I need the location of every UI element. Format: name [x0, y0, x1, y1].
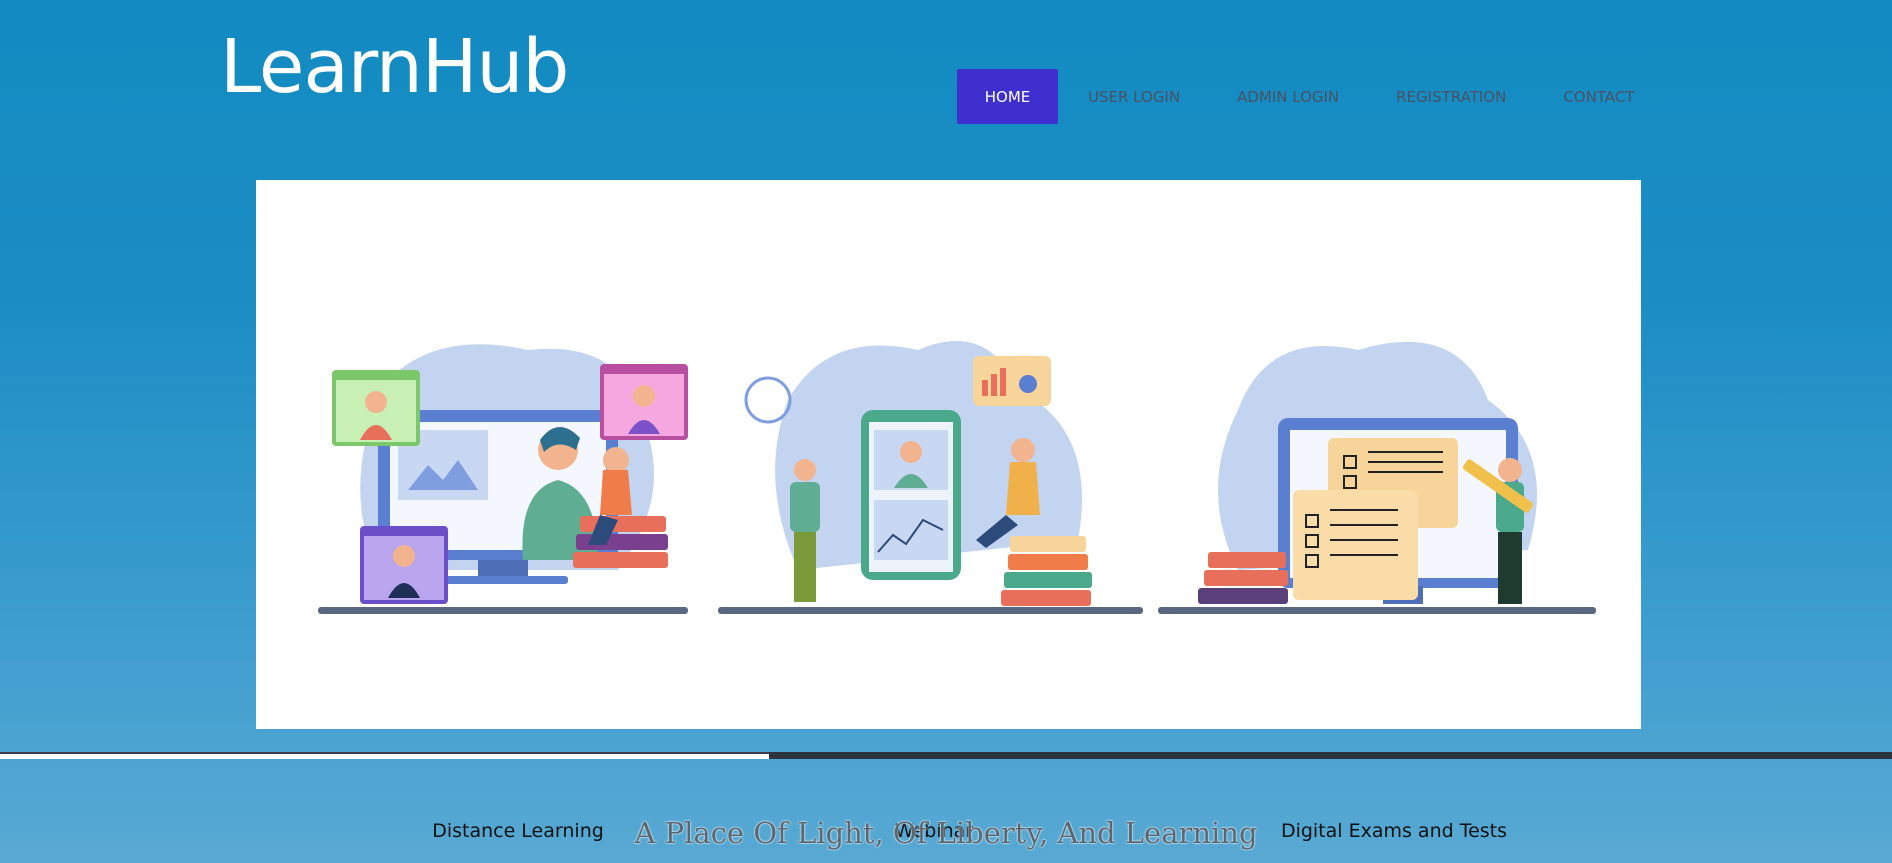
section-divider-left: [0, 752, 769, 759]
nav-registration[interactable]: REGISTRATION: [1396, 69, 1506, 124]
distance-learning-illustration: [318, 320, 708, 620]
nav-admin-login[interactable]: ADMIN LOGIN: [1237, 69, 1339, 124]
webinar-illustration: [718, 320, 1148, 620]
nav-home[interactable]: HOME: [957, 69, 1058, 124]
nav-contact[interactable]: CONTACT: [1563, 69, 1634, 124]
section-divider-right: [769, 752, 1892, 759]
site-logo[interactable]: LearnHub: [220, 30, 569, 104]
digital-exams-illustration: [1158, 320, 1598, 620]
main-nav: HOME USER LOGIN ADMIN LOGIN REGISTRATION…: [957, 69, 1661, 124]
nav-user-login[interactable]: USER LOGIN: [1088, 69, 1180, 124]
features-panel: Distance Learning Webinar Digital Exams …: [256, 180, 1641, 842]
tagline: A Place Of Light, Of Liberty, And Learni…: [634, 816, 1258, 850]
